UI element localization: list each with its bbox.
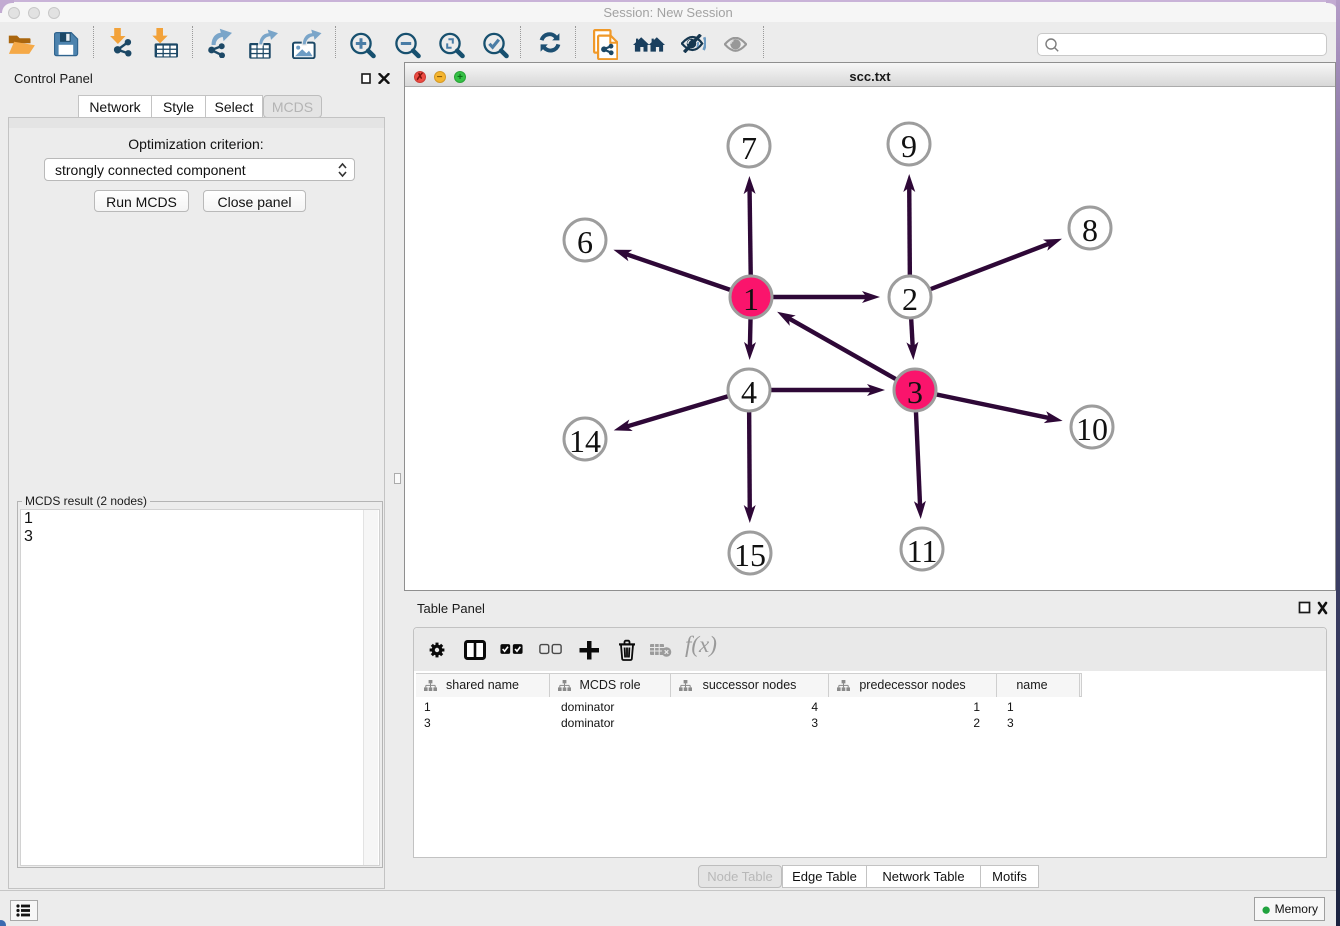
svg-text:10: 10 — [1076, 411, 1108, 447]
svg-text:11: 11 — [907, 533, 938, 569]
svg-text:8: 8 — [1082, 212, 1098, 248]
svg-text:7: 7 — [741, 130, 757, 166]
svg-text:6: 6 — [577, 224, 593, 260]
svg-text:9: 9 — [901, 128, 917, 164]
svg-text:2: 2 — [902, 281, 918, 317]
svg-text:3: 3 — [907, 374, 923, 410]
svg-text:1: 1 — [743, 281, 759, 317]
svg-text:4: 4 — [741, 374, 757, 410]
svg-text:15: 15 — [734, 537, 766, 573]
svg-text:14: 14 — [569, 423, 601, 459]
